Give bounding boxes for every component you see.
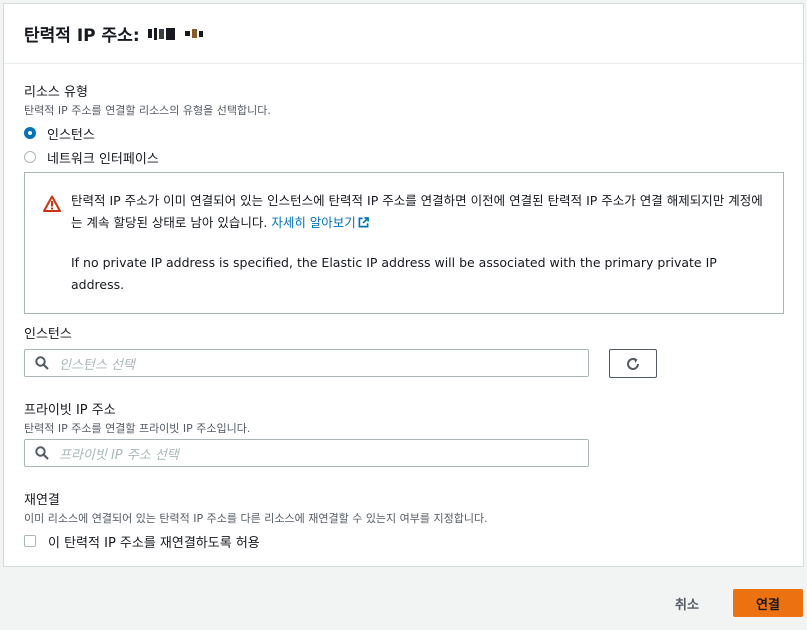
reassociation-description: 이미 리소스에 연결되어 있는 탄력적 IP 주소를 다른 리소스에 재연결할 …: [24, 512, 488, 525]
alert-content: 탄력적 IP 주소가 이미 연결되어 있는 인스턴스에 탄력적 IP 주소를 연…: [71, 190, 766, 296]
refresh-icon: [627, 357, 639, 370]
reassociation-label: 재연결: [24, 493, 60, 508]
instance-select[interactable]: 인스턴스 선택: [24, 349, 589, 377]
search-icon: [35, 446, 49, 460]
warning-alert: 탄력적 IP 주소가 이미 연결되어 있는 인스턴스에 탄력적 IP 주소를 연…: [24, 172, 784, 314]
private-ip-section: 프라이빗 IP 주소 탄력적 IP 주소를 연결할 프라이빗 IP 주소입니다.: [24, 399, 250, 436]
learn-more-link[interactable]: 자세히 알아보기: [271, 215, 369, 230]
radio-network-interface[interactable]: 네트워크 인터페이스: [24, 149, 271, 167]
page-title: 탄력적 IP 주소:: [24, 26, 140, 46]
radio-network-interface-label: 네트워크 인터페이스: [47, 151, 159, 167]
associate-eip-panel: 탄력적 IP 주소: 리소스 유형 탄력적 IP 주소를 연결할 리소스의 유형…: [3, 3, 804, 567]
external-link-icon: [358, 217, 369, 228]
allow-reassociation-label[interactable]: 이 탄력적 IP 주소를 재연결하도록 허용: [48, 532, 260, 551]
alert-warning-paragraph: 탄력적 IP 주소가 이미 연결되어 있는 인스턴스에 탄력적 IP 주소를 연…: [71, 190, 766, 234]
resource-type-label: 리소스 유형: [24, 85, 88, 100]
redacted-ip-address: [147, 27, 203, 40]
reassociation-section: 재연결 이미 리소스에 연결되어 있는 탄력적 IP 주소를 다른 리소스에 재…: [24, 489, 488, 551]
private-ip-select[interactable]: 프라이빗 IP 주소 선택: [24, 439, 589, 467]
allow-reassociation-row[interactable]: 이 탄력적 IP 주소를 재연결하도록 허용: [24, 532, 488, 551]
alert-warning-text: 탄력적 IP 주소가 이미 연결되어 있는 인스턴스에 탄력적 IP 주소를 연…: [71, 193, 763, 230]
private-ip-description: 탄력적 IP 주소를 연결할 프라이빗 IP 주소입니다.: [24, 422, 251, 435]
warning-icon: [43, 195, 61, 212]
instance-select-placeholder: 인스턴스 선택: [59, 357, 135, 373]
instance-section: 인스턴스: [24, 323, 72, 342]
radio-instance-label: 인스턴스: [47, 127, 95, 143]
resource-type-section: 리소스 유형 탄력적 IP 주소를 연결할 리소스의 유형을 선택합니다. 인스…: [24, 81, 271, 167]
resource-type-description: 탄력적 IP 주소를 연결할 리소스의 유형을 선택합니다.: [24, 104, 271, 117]
private-ip-select-placeholder: 프라이빗 IP 주소 선택: [59, 447, 179, 463]
private-ip-label: 프라이빗 IP 주소: [24, 403, 116, 418]
cancel-button[interactable]: 취소: [660, 589, 714, 617]
radio-network-interface-button[interactable]: [24, 151, 36, 163]
radio-instance[interactable]: 인스턴스: [24, 125, 271, 143]
search-icon: [35, 356, 49, 370]
allow-reassociation-checkbox[interactable]: [24, 535, 36, 547]
instance-label: 인스턴스: [24, 327, 72, 342]
learn-more-link-text[interactable]: 자세히 알아보기: [271, 215, 355, 230]
refresh-button[interactable]: [609, 349, 657, 378]
associate-button[interactable]: 연결: [733, 589, 803, 617]
alert-info-text: If no private IP address is specified, t…: [71, 255, 717, 292]
panel-header: 탄력적 IP 주소:: [4, 4, 803, 64]
radio-instance-button[interactable]: [24, 127, 36, 139]
